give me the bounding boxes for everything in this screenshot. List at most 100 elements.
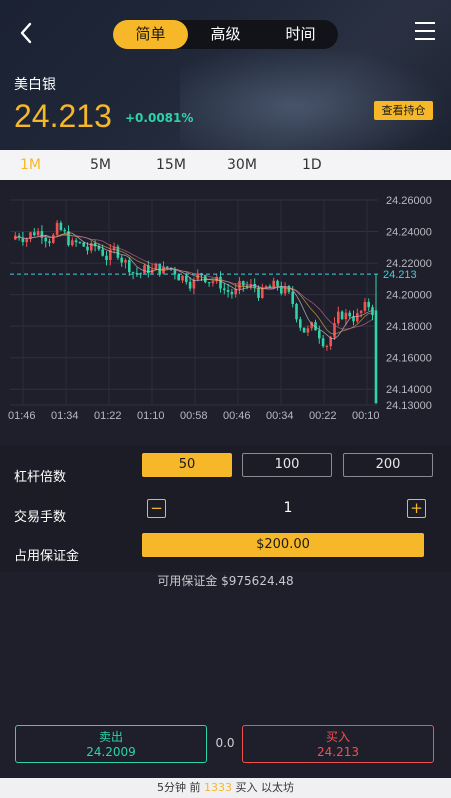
tab-5m[interactable]: 5M xyxy=(90,157,111,173)
y-tick-label: 24.13000 xyxy=(386,400,432,412)
x-tick-label: 00:46 xyxy=(223,410,251,422)
candle-body xyxy=(181,275,184,281)
sell-button[interactable]: 卖出 24.2009 xyxy=(15,725,207,763)
menu-icon-bar xyxy=(415,30,435,32)
decrease-quantity-button[interactable]: − xyxy=(147,499,166,518)
candle-body xyxy=(299,319,302,328)
candle-body xyxy=(306,328,310,333)
tab-1m[interactable]: 1M xyxy=(20,157,41,173)
candle-body xyxy=(82,242,85,247)
candle-body xyxy=(238,281,241,289)
tab-1d[interactable]: 1D xyxy=(302,157,322,173)
leverage-50-button[interactable]: 50 xyxy=(142,453,232,477)
margin-label: 占用保证金 xyxy=(14,549,80,564)
spread-value: 0.0 xyxy=(215,736,235,750)
y-tick-label: 24.26000 xyxy=(386,195,432,207)
view-positions-button[interactable]: 查看持仓 xyxy=(374,101,433,120)
tab-30m[interactable]: 30M xyxy=(227,157,257,173)
candle-body xyxy=(261,287,264,298)
y-tick-label: 24.24000 xyxy=(386,227,432,239)
candle-body xyxy=(340,311,344,320)
ticker-count: 1333 xyxy=(204,781,232,794)
candle-body xyxy=(177,274,180,281)
candle-body xyxy=(291,291,294,304)
candle-body xyxy=(86,246,89,251)
candle-body xyxy=(318,330,321,339)
back-button[interactable] xyxy=(14,18,40,48)
margin-value: $200.00 xyxy=(142,533,424,557)
candle-body xyxy=(78,242,82,244)
candle-body xyxy=(242,281,245,286)
x-tick-label: 01:22 xyxy=(94,410,122,422)
candle-body xyxy=(25,239,28,243)
mode-tabs: 简单 高级 时间 xyxy=(113,20,338,49)
tab-15m[interactable]: 15M xyxy=(156,157,186,173)
sell-price: 24.2009 xyxy=(86,745,136,759)
tab-advanced[interactable]: 高级 xyxy=(188,20,263,49)
ticker-prefix: 5分钟 前 xyxy=(157,781,201,794)
chevron-left-icon xyxy=(20,22,32,44)
increase-quantity-button[interactable]: + xyxy=(407,499,426,518)
candle-body xyxy=(67,231,70,246)
candle-body xyxy=(188,281,192,289)
x-tick-label: 01:10 xyxy=(137,410,165,422)
candle-body xyxy=(374,310,378,404)
lots-label: 交易手数 xyxy=(14,510,67,525)
candle-body xyxy=(128,260,131,273)
current-price: 24.213 xyxy=(14,98,112,134)
header: 简单 高级 时间 美白银 24.213 +0.0081% 查看持仓 xyxy=(0,0,451,150)
candle-body xyxy=(55,222,59,235)
buy-button[interactable]: 买入 24.213 xyxy=(242,725,434,763)
candle-body xyxy=(363,301,367,311)
timeframe-tabs: 1M 5M 15M 30M 1D xyxy=(0,150,451,180)
candle-body xyxy=(272,280,275,288)
leverage-200-button[interactable]: 200 xyxy=(343,453,433,477)
candle-body xyxy=(337,311,340,324)
candle-body xyxy=(211,281,215,284)
x-tick-label: 01:34 xyxy=(51,410,79,422)
candle-body xyxy=(101,249,104,256)
x-tick-label: 00:22 xyxy=(309,410,337,422)
y-tick-label: 24.14000 xyxy=(386,384,432,396)
ticker-suffix: 买入 以太坊 xyxy=(235,781,295,794)
candle-body xyxy=(344,312,348,320)
candle-body xyxy=(71,240,74,246)
candle-body xyxy=(36,231,40,236)
candle-body xyxy=(44,237,47,242)
y-tick-label: 24.20000 xyxy=(386,290,432,302)
candle-body xyxy=(302,327,306,333)
candle-body xyxy=(33,232,36,236)
candle-body xyxy=(356,313,359,322)
asset-name: 美白银 xyxy=(14,77,56,93)
x-tick-label: 00:10 xyxy=(352,410,380,422)
menu-icon-bar xyxy=(415,38,435,40)
candle-body xyxy=(185,275,188,282)
tab-simple[interactable]: 简单 xyxy=(113,20,188,49)
candle-body xyxy=(226,290,230,292)
candle-body xyxy=(359,310,363,314)
activity-ticker: 5分钟 前 1333 买入 以太坊 xyxy=(0,778,451,798)
candle-body xyxy=(371,307,374,316)
candle-body xyxy=(124,260,127,263)
y-tick-label: 24.16000 xyxy=(386,353,432,365)
candle-body xyxy=(52,234,55,243)
price-chart[interactable]: 24.26000 24.24000 24.22000 24.20000 24.18000… xyxy=(0,180,451,430)
candle-body xyxy=(276,280,279,287)
tab-time[interactable]: 时间 xyxy=(263,20,338,49)
buy-price: 24.213 xyxy=(317,745,359,759)
candle-body xyxy=(367,301,370,308)
y-tick-label: 24.18000 xyxy=(386,321,432,333)
candle-body xyxy=(257,287,260,298)
current-price-label: 24.213 xyxy=(383,269,417,281)
leverage-label: 杠杆倍数 xyxy=(14,470,67,485)
quantity-value: 1 xyxy=(283,500,293,516)
menu-icon xyxy=(415,22,435,24)
candle-body xyxy=(143,265,146,274)
candle-body xyxy=(120,257,123,263)
candle-body xyxy=(166,266,169,268)
leverage-100-button[interactable]: 100 xyxy=(242,453,332,477)
menu-button[interactable] xyxy=(415,22,435,42)
candle-body xyxy=(325,346,329,348)
header-background-graphic xyxy=(180,40,451,150)
candle-body xyxy=(223,288,226,291)
